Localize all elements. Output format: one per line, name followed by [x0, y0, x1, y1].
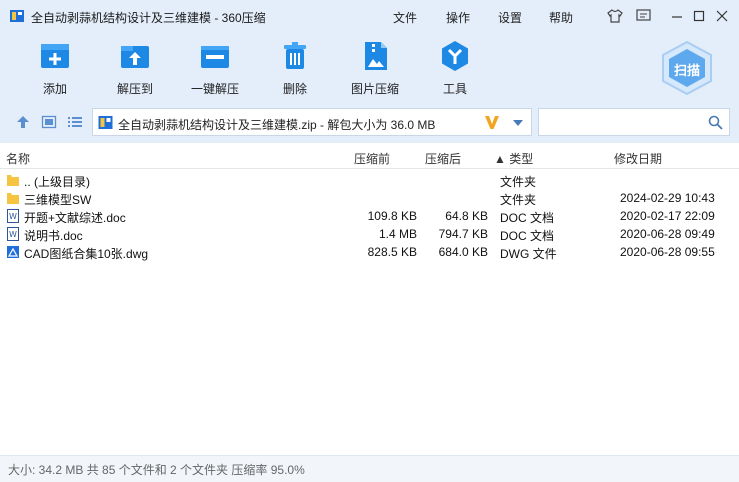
file-list[interactable]: 名称 压缩前 压缩后 ▲ 类型 修改日期 .. (上级目录) 文件夹 三维模型S…: [0, 143, 739, 455]
column-type[interactable]: ▲ 类型: [494, 150, 533, 167]
dwg-icon: [7, 246, 19, 258]
thumbnail-view-icon[interactable]: [41, 114, 57, 130]
window-title: 全自动剥蒜机结构设计及三维建模 - 360压缩: [31, 11, 266, 25]
trash-icon: [284, 42, 306, 69]
minimize-icon: [672, 16, 682, 18]
file-compressed-size: 109.8 KB: [367, 209, 417, 223]
svg-text:W: W: [9, 212, 17, 221]
one-click-extract-icon: [201, 46, 229, 68]
title-bar: 全自动剥蒜机结构设计及三维建模 - 360压缩 文件 操作 设置 帮助: [0, 0, 739, 32]
status-bar: 大小: 34.2 MB 共 85 个文件和 2 个文件夹 压缩率 95.0%: [0, 455, 739, 482]
zip-file-icon: [98, 116, 113, 129]
search-icon[interactable]: [708, 115, 723, 130]
file-type: 文件夹: [500, 175, 537, 189]
image-compress-button[interactable]: 图片压缩: [343, 40, 407, 98]
extract-to-button[interactable]: 解压到: [103, 40, 167, 98]
file-type: DOC 文档: [500, 211, 555, 225]
file-compressed-size: 1.4 MB: [378, 227, 417, 241]
extract-to-icon: [121, 46, 149, 68]
add-button[interactable]: 添加: [23, 40, 87, 98]
close-icon: [716, 10, 728, 22]
file-name: 开题+文献综述.doc: [24, 211, 126, 225]
file-date: 2020-06-28 09:49: [620, 227, 715, 241]
file-date: 2020-02-17 22:09: [620, 209, 715, 223]
folder-icon: [7, 193, 19, 204]
skin-button[interactable]: [606, 7, 624, 25]
delete-label: 删除: [282, 82, 307, 96]
file-name: 说明书.doc: [24, 229, 83, 243]
address-path: 全自动剥蒜机结构设计及三维建模.zip - 解包大小为 36.0 MB: [118, 118, 436, 132]
column-modified[interactable]: 修改日期: [614, 150, 662, 167]
file-date: 2024-02-29 10:43: [620, 191, 715, 205]
column-header: 名称 压缩前 压缩后 ▲ 类型 修改日期: [0, 143, 739, 169]
menu-help[interactable]: 帮助: [549, 9, 573, 26]
feedback-button[interactable]: [634, 7, 652, 25]
scan-label: 扫描: [673, 63, 700, 78]
file-row[interactable]: CAD图纸合集10张.dwg 828.5 KB 684.0 KB DWG 文件 …: [0, 243, 739, 261]
minimize-button[interactable]: [668, 7, 686, 25]
address-bar[interactable]: 全自动剥蒜机结构设计及三维建模.zip - 解包大小为 36.0 MB: [92, 108, 532, 136]
close-button[interactable]: [713, 7, 731, 25]
chevron-down-icon[interactable]: [512, 119, 524, 127]
search-box[interactable]: [538, 108, 730, 136]
app-icon: [10, 10, 24, 22]
list-view-icon[interactable]: [67, 114, 83, 130]
doc-icon: W: [7, 227, 19, 241]
column-original[interactable]: 压缩后: [425, 150, 461, 167]
file-original-size: 684.0 KB: [438, 245, 488, 259]
file-name: .. (上级目录): [24, 175, 90, 189]
column-compressed[interactable]: 压缩前: [354, 150, 390, 167]
extract-to-label: 解压到: [116, 82, 153, 96]
add-label: 添加: [42, 82, 67, 96]
top-panel: 全自动剥蒜机结构设计及三维建模 - 360压缩 文件 操作 设置 帮助 添加 解…: [0, 0, 739, 143]
file-original-size: 64.8 KB: [445, 209, 488, 223]
scan-button[interactable]: 扫描: [659, 40, 715, 96]
file-compressed-size: 828.5 KB: [367, 245, 417, 259]
up-arrow-icon[interactable]: [15, 114, 31, 130]
file-row[interactable]: W 说明书.doc 1.4 MB 794.7 KB DOC 文档 2020-06…: [0, 225, 739, 243]
file-name: CAD图纸合集10张.dwg: [24, 247, 149, 261]
file-type: DOC 文档: [500, 229, 555, 243]
column-name[interactable]: 名称: [6, 150, 30, 167]
one-click-extract-label: 一键解压: [190, 82, 239, 96]
file-original-size: 794.7 KB: [438, 227, 488, 241]
tools-icon: [442, 41, 468, 71]
menu-file[interactable]: 文件: [393, 9, 417, 26]
menu-operation[interactable]: 操作: [446, 9, 470, 26]
file-row[interactable]: W 开题+文献综述.doc 109.8 KB 64.8 KB DOC 文档 20…: [0, 207, 739, 225]
image-compress-label: 图片压缩: [350, 82, 399, 96]
maximize-icon: [693, 10, 705, 22]
file-row[interactable]: 三维模型SW 文件夹 2024-02-29 10:43: [0, 189, 739, 207]
tools-button[interactable]: 工具: [423, 40, 487, 98]
message-icon: [635, 9, 651, 21]
add-file-icon: [41, 44, 69, 68]
status-text: 大小: 34.2 MB 共 85 个文件和 2 个文件夹 压缩率 95.0%: [8, 463, 305, 477]
file-name: 三维模型SW: [24, 193, 92, 207]
doc-icon: W: [7, 209, 19, 223]
svg-text:W: W: [9, 230, 17, 239]
menu-settings[interactable]: 设置: [498, 9, 522, 26]
file-date: 2020-06-28 09:55: [620, 245, 715, 259]
v-logo-icon[interactable]: [484, 114, 500, 130]
folder-icon: [7, 175, 19, 186]
file-row-parent[interactable]: .. (上级目录) 文件夹: [0, 171, 739, 189]
delete-button[interactable]: 删除: [263, 40, 327, 98]
maximize-button[interactable]: [690, 7, 708, 25]
file-type: 文件夹: [500, 193, 537, 207]
tools-label: 工具: [442, 82, 467, 96]
tshirt-icon: [607, 9, 623, 23]
image-compress-icon: [365, 42, 387, 70]
file-type: DWG 文件: [500, 247, 557, 261]
one-click-extract-button[interactable]: 一键解压: [183, 40, 247, 98]
